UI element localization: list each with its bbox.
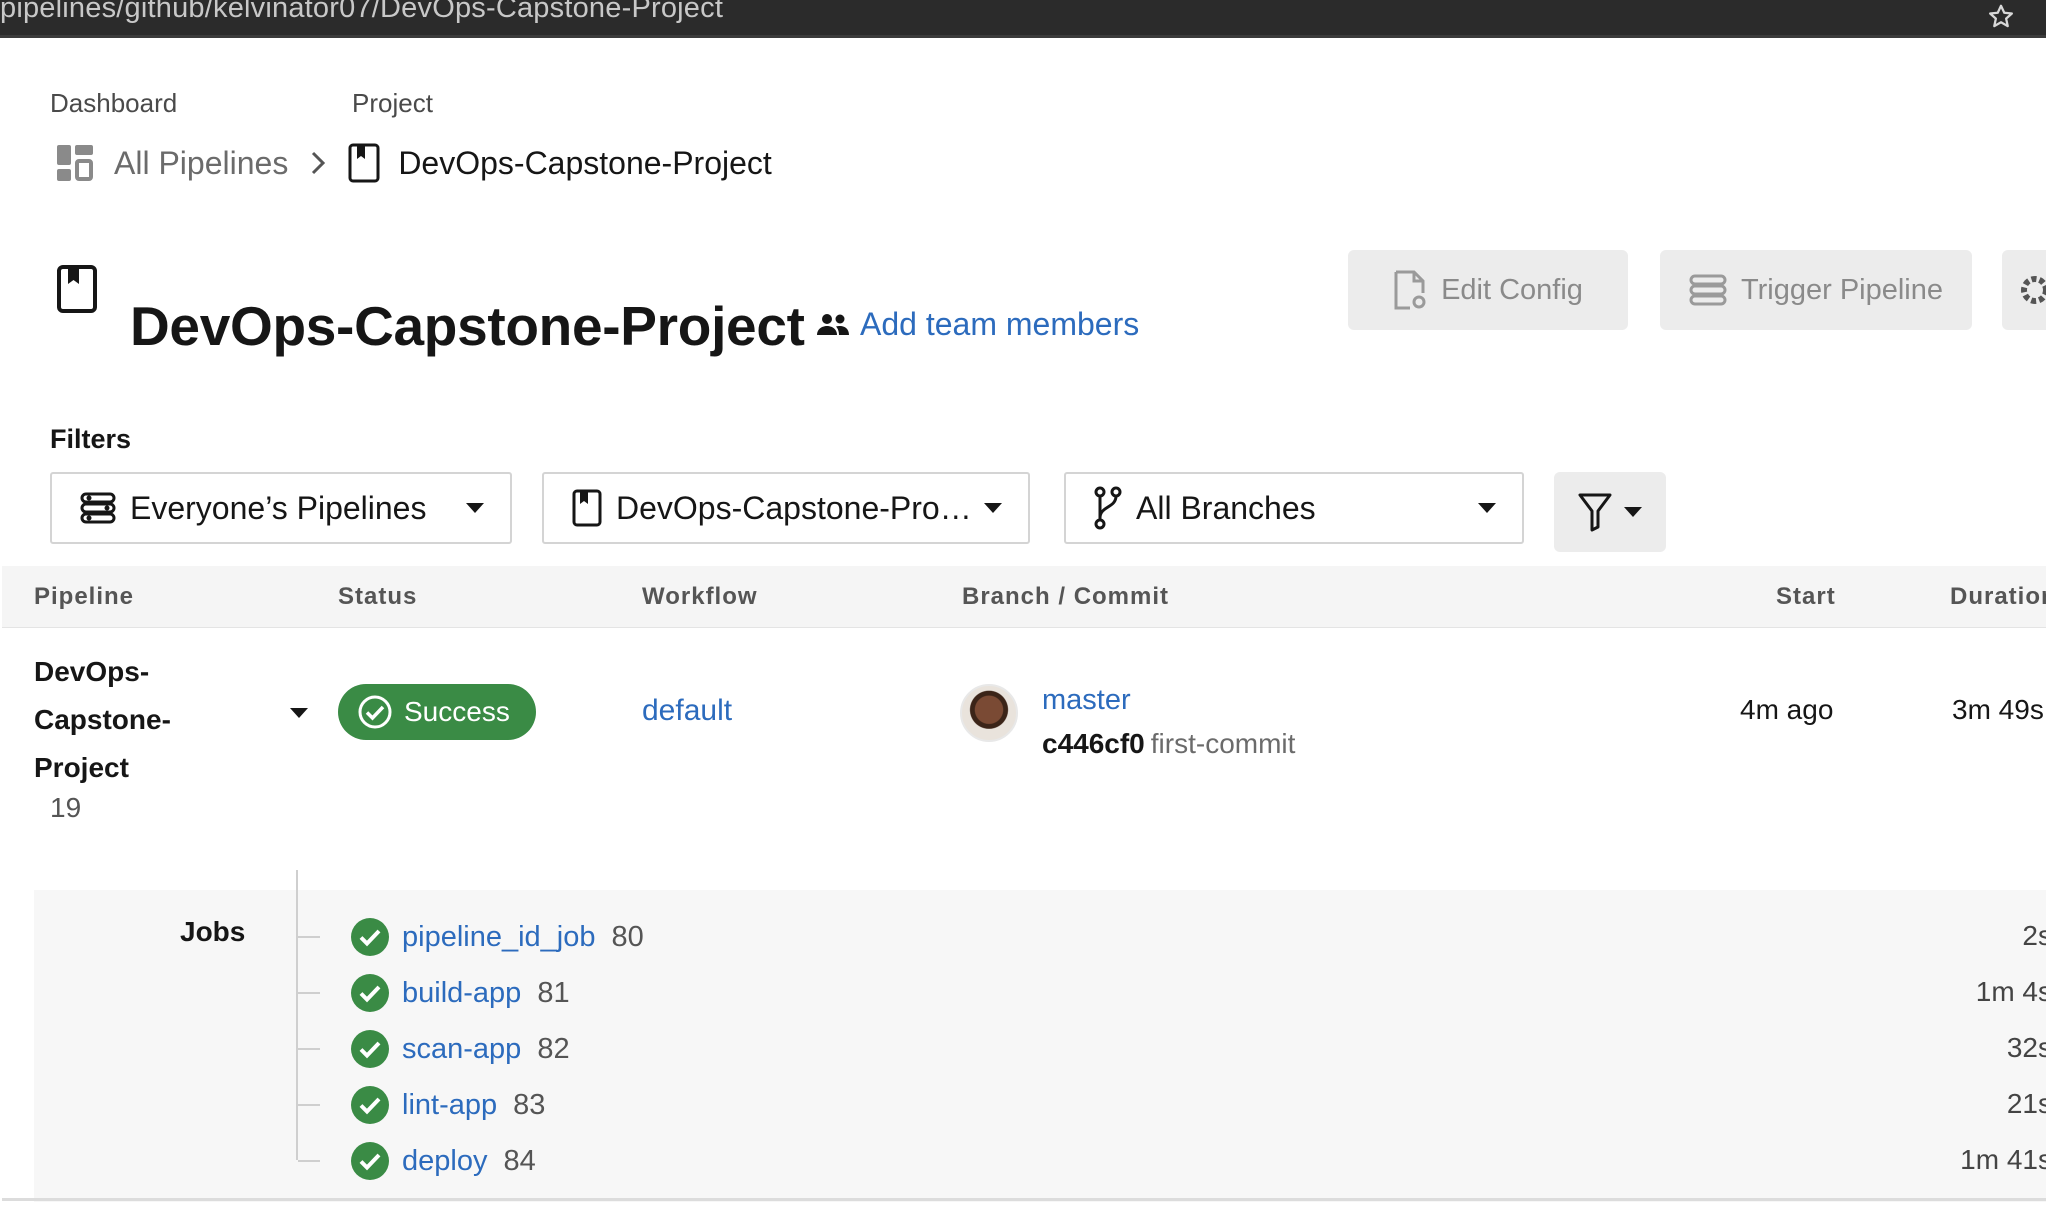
pipelines-table-header: Pipeline Status Workflow Branch / Commit… — [2, 566, 2046, 628]
divider — [2, 1198, 2046, 1201]
job-name-link[interactable]: scan-app — [402, 1033, 521, 1066]
commit-hash-link[interactable]: c446cf0 — [1042, 728, 1145, 759]
job-row: scan-app 82 — [350, 1028, 570, 1070]
funnel-icon — [1578, 493, 1612, 532]
pipelines-owner-value: Everyone’s Pipelines — [130, 489, 427, 526]
check-circle-icon — [351, 918, 389, 956]
column-header-start: Start — [1776, 582, 1836, 610]
project-bookmark-icon — [348, 143, 380, 183]
job-number: 82 — [537, 1032, 570, 1065]
pipeline-start-time: 4m ago — [1740, 694, 1834, 725]
jobs-tree-branch-line — [298, 992, 320, 994]
breadcrumb-project-link[interactable]: DevOps-Capstone-Project — [398, 145, 771, 182]
jobs-tree-branch-line — [298, 1104, 320, 1106]
job-number: 84 — [503, 1144, 536, 1177]
pipelines-owner-dropdown[interactable]: Everyone’s Pipelines — [50, 472, 512, 544]
advanced-filter-button[interactable] — [1554, 472, 1666, 552]
browser-address-bar: pipelines/github/kelvinator07/DevOps-Cap… — [0, 0, 2046, 38]
pipeline-name-link[interactable]: DevOps-Capstone-Project — [34, 648, 194, 792]
caret-down-icon — [466, 503, 484, 513]
pipeline-icon — [80, 492, 116, 524]
job-name-link[interactable]: pipeline_id_job — [402, 921, 596, 954]
breadcrumb-project-label: Project — [352, 88, 433, 118]
jobs-tree-branch-line — [298, 1160, 320, 1162]
job-name-link[interactable]: deploy — [402, 1145, 487, 1178]
column-header-pipeline: Pipeline — [34, 582, 135, 610]
breadcrumb: All Pipelines DevOps-Capstone-Project — [56, 141, 772, 185]
job-row: build-app 81 — [350, 972, 570, 1014]
jobs-panel — [34, 890, 2046, 1202]
jobs-label: Jobs — [180, 916, 246, 947]
project-dropdown-value: DevOps-Capstone-Pro… — [616, 489, 972, 526]
job-row: lint-app 83 — [350, 1084, 545, 1126]
check-circle-icon — [351, 1086, 389, 1124]
gear-icon — [2021, 276, 2046, 304]
caret-down-icon — [984, 503, 1002, 513]
job-duration: 2s — [2022, 920, 2046, 951]
jobs-tree-branch-line — [298, 1048, 320, 1050]
bookmark-star-icon[interactable] — [1986, 2, 2016, 32]
check-circle-icon — [358, 695, 392, 729]
pipeline-number: 19 — [50, 792, 82, 823]
branch-dropdown[interactable]: All Branches — [1064, 472, 1524, 544]
check-circle-icon — [351, 1142, 389, 1180]
add-team-members-link[interactable]: Add team members — [816, 306, 1139, 343]
column-header-duration: Duration — [1950, 582, 2046, 610]
job-duration: 1m 41s — [1960, 1144, 2046, 1175]
column-header-status: Status — [338, 582, 418, 610]
git-branch-icon — [1094, 486, 1122, 530]
caret-down-icon — [1624, 507, 1642, 517]
job-number: 80 — [611, 920, 644, 953]
jobs-tree-branch-line — [298, 936, 320, 938]
column-header-workflow: Workflow — [642, 582, 758, 610]
column-header-branch-commit: Branch / Commit — [962, 582, 1170, 610]
project-dropdown[interactable]: DevOps-Capstone-Pro… — [542, 472, 1030, 544]
job-name-link[interactable]: lint-app — [402, 1089, 497, 1122]
project-settings-button[interactable] — [2002, 250, 2046, 330]
job-number: 83 — [513, 1088, 546, 1121]
avatar — [960, 684, 1018, 742]
trigger-pipeline-button[interactable]: Trigger Pipeline — [1660, 250, 1972, 330]
edit-config-button[interactable]: Edit Config — [1348, 250, 1628, 330]
project-bookmark-icon — [572, 489, 602, 527]
job-row: pipeline_id_job 80 — [350, 916, 644, 958]
project-bookmark-icon — [57, 265, 97, 313]
add-team-members-label: Add team members — [860, 306, 1140, 342]
job-duration: 32s — [2006, 1032, 2046, 1063]
pipeline-duration: 3m 49s — [1952, 694, 2044, 725]
edit-config-label: Edit Config — [1441, 273, 1583, 306]
people-icon — [817, 313, 849, 335]
chevron-right-icon — [312, 151, 326, 175]
commit-message: first-commit — [1150, 728, 1296, 759]
expand-row-caret-icon[interactable] — [290, 708, 308, 718]
caret-down-icon — [1478, 503, 1496, 513]
job-number: 81 — [537, 976, 570, 1009]
page-title: DevOps-Capstone-Project — [130, 295, 805, 357]
trigger-pipeline-label: Trigger Pipeline — [1740, 273, 1944, 306]
pipelines-page: Dashboard Project All Pipelines DevOps-C… — [2, 38, 2046, 1208]
workflow-link[interactable]: default — [642, 694, 732, 728]
pipeline-icon — [1689, 274, 1727, 306]
job-row: deploy 84 — [350, 1140, 536, 1182]
status-badge[interactable]: Success — [338, 684, 536, 740]
breadcrumb-dashboard-label: Dashboard — [50, 88, 178, 118]
job-name-link[interactable]: build-app — [402, 977, 521, 1010]
jobs-tree-line — [296, 870, 298, 1160]
file-gear-icon — [1394, 270, 1426, 310]
job-duration: 21s — [2006, 1088, 2046, 1119]
status-label: Success — [404, 696, 510, 727]
branch-dropdown-value: All Branches — [1136, 489, 1316, 526]
check-circle-icon — [351, 974, 389, 1012]
url-text[interactable]: pipelines/github/kelvinator07/DevOps-Cap… — [0, 0, 723, 25]
filters-label: Filters — [50, 424, 132, 454]
job-duration: 1m 4s — [1975, 976, 2046, 1007]
check-circle-icon — [351, 1030, 389, 1068]
dashboard-icon — [57, 145, 93, 181]
commit-info: c446cf0 first-commit — [1042, 728, 1295, 760]
branch-link[interactable]: master — [1042, 684, 1131, 717]
breadcrumb-all-pipelines-link[interactable]: All Pipelines — [114, 145, 288, 182]
